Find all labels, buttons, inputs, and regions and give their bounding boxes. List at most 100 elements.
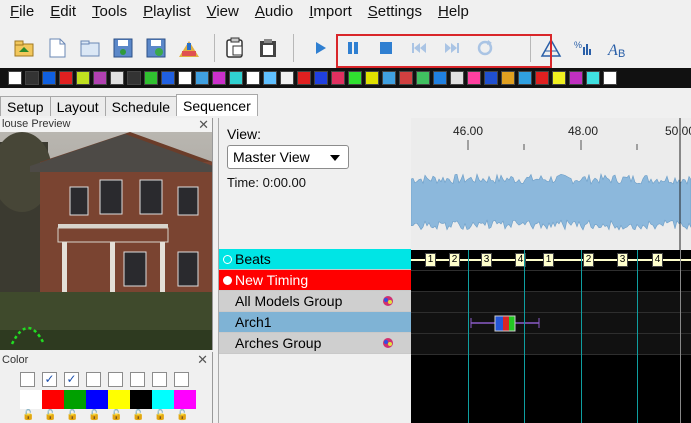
close-icon[interactable]: ✕ xyxy=(198,118,209,133)
effect-icon[interactable] xyxy=(229,71,243,85)
time-ruler[interactable]: 46.00 48.00 50.00 xyxy=(411,118,691,154)
effect-icon[interactable] xyxy=(178,71,192,85)
effect-block[interactable] xyxy=(411,313,691,334)
open-icon[interactable] xyxy=(76,35,103,62)
tab-schedule[interactable]: Schedule xyxy=(104,96,178,116)
color-checkbox[interactable] xyxy=(86,372,101,387)
play-icon[interactable] xyxy=(306,35,333,62)
beat-marker[interactable]: 1 xyxy=(425,253,436,267)
color-swatch[interactable] xyxy=(130,390,152,409)
effect-icon[interactable] xyxy=(484,71,498,85)
beat-marker[interactable]: 2 xyxy=(583,253,594,267)
text-icon[interactable]: AB xyxy=(603,35,630,62)
lock-icon[interactable]: 🔓 xyxy=(110,410,132,421)
effect-icon[interactable] xyxy=(450,71,464,85)
color-swatch[interactable] xyxy=(86,390,108,409)
color-checkbox[interactable] xyxy=(130,372,145,387)
effect-icon[interactable] xyxy=(110,71,124,85)
all-models-track[interactable] xyxy=(411,292,691,313)
new-timing-track[interactable] xyxy=(411,271,691,292)
save-as-icon[interactable] xyxy=(142,35,169,62)
sequencer-timeline[interactable]: 46.00 48.00 50.00 12341234 xyxy=(411,118,691,423)
effect-icon[interactable] xyxy=(59,71,73,85)
menu-item[interactable]: Settings xyxy=(368,3,422,20)
color-checkbox[interactable]: ✓ xyxy=(42,372,57,387)
color-swatch[interactable] xyxy=(174,390,196,409)
effect-icon[interactable] xyxy=(365,71,379,85)
color-checkbox[interactable] xyxy=(20,372,35,387)
arches-group-track[interactable] xyxy=(411,334,691,355)
effect-icon[interactable] xyxy=(416,71,430,85)
effect-icon[interactable] xyxy=(586,71,600,85)
color-swatch[interactable] xyxy=(42,390,64,409)
color-checkbox[interactable]: ✓ xyxy=(64,372,79,387)
tab-layout[interactable]: Layout xyxy=(49,96,106,116)
effect-icon[interactable] xyxy=(212,71,226,85)
beat-marker[interactable]: 3 xyxy=(481,253,492,267)
effect-icon[interactable] xyxy=(8,71,22,85)
clipboard-icon[interactable] xyxy=(254,35,281,62)
row-header-arches-group[interactable]: Arches Group xyxy=(219,333,412,354)
arch1-track[interactable] xyxy=(411,313,691,334)
lock-icon[interactable]: 🔓 xyxy=(22,410,44,421)
color-checkbox[interactable] xyxy=(152,372,167,387)
tab-sequencer[interactable]: Sequencer xyxy=(176,94,258,116)
color-swatch[interactable] xyxy=(152,390,174,409)
row-header-all-models-group[interactable]: All Models Group xyxy=(219,291,412,312)
effect-icon[interactable] xyxy=(42,71,56,85)
menu-item[interactable]: File xyxy=(10,3,34,20)
effect-icon[interactable] xyxy=(467,71,481,85)
menu-item[interactable]: Audio xyxy=(255,3,293,20)
effect-icon[interactable] xyxy=(25,71,39,85)
lock-icon[interactable]: 🔓 xyxy=(132,410,154,421)
effect-icon[interactable] xyxy=(569,71,583,85)
effect-icon[interactable] xyxy=(603,71,617,85)
color-checkbox[interactable] xyxy=(108,372,123,387)
effect-icon[interactable] xyxy=(433,71,447,85)
lock-icon[interactable]: 🔓 xyxy=(154,410,176,421)
paste-icon[interactable] xyxy=(221,35,248,62)
lock-icon[interactable]: 🔓 xyxy=(88,410,110,421)
beat-marker[interactable]: 1 xyxy=(543,253,554,267)
view-dropdown[interactable]: Master View xyxy=(227,145,349,169)
tab-setup[interactable]: Setup xyxy=(0,96,51,116)
effect-tracks[interactable]: 12341234 xyxy=(411,250,691,423)
effect-icon[interactable] xyxy=(382,71,396,85)
menu-item[interactable]: Import xyxy=(309,3,352,20)
menu-item[interactable]: Help xyxy=(438,3,469,20)
lock-icon[interactable]: 🔓 xyxy=(44,410,66,421)
audio-waveform[interactable] xyxy=(411,154,691,250)
effect-icon[interactable] xyxy=(161,71,175,85)
effect-icon[interactable] xyxy=(144,71,158,85)
close-icon[interactable]: ✕ xyxy=(197,352,208,368)
effect-icon[interactable] xyxy=(246,71,260,85)
menu-item[interactable]: Playlist xyxy=(143,3,191,20)
effect-icon[interactable] xyxy=(297,71,311,85)
effect-icon[interactable] xyxy=(535,71,549,85)
color-swatch[interactable] xyxy=(108,390,130,409)
effect-icon[interactable] xyxy=(348,71,362,85)
effect-icon[interactable] xyxy=(263,71,277,85)
row-header-beats[interactable]: Beats xyxy=(219,249,412,270)
color-swatch[interactable] xyxy=(20,390,42,409)
open-folder-icon[interactable] xyxy=(10,35,37,62)
effect-icon[interactable] xyxy=(280,71,294,85)
effect-icon[interactable] xyxy=(518,71,532,85)
vu-meter-icon[interactable]: % xyxy=(570,35,597,62)
effect-icon[interactable] xyxy=(195,71,209,85)
radio-icon[interactable] xyxy=(223,254,232,264)
beat-marker[interactable]: 3 xyxy=(617,253,628,267)
lock-icon[interactable]: 🔓 xyxy=(66,410,88,421)
render-icon[interactable] xyxy=(175,35,202,62)
radio-icon[interactable] xyxy=(223,275,232,285)
row-header-arch1[interactable]: Arch1 xyxy=(219,312,412,333)
effect-icon[interactable] xyxy=(76,71,90,85)
menu-item[interactable]: View xyxy=(207,3,239,20)
beats-track[interactable]: 12341234 xyxy=(411,250,691,271)
effect-icon[interactable] xyxy=(331,71,345,85)
lock-icon[interactable]: 🔓 xyxy=(176,410,198,421)
row-header-new-timing[interactable]: New Timing xyxy=(219,270,412,291)
color-checkbox[interactable] xyxy=(174,372,189,387)
menu-item[interactable]: Edit xyxy=(50,3,76,20)
menu-item[interactable]: Tools xyxy=(92,3,127,20)
